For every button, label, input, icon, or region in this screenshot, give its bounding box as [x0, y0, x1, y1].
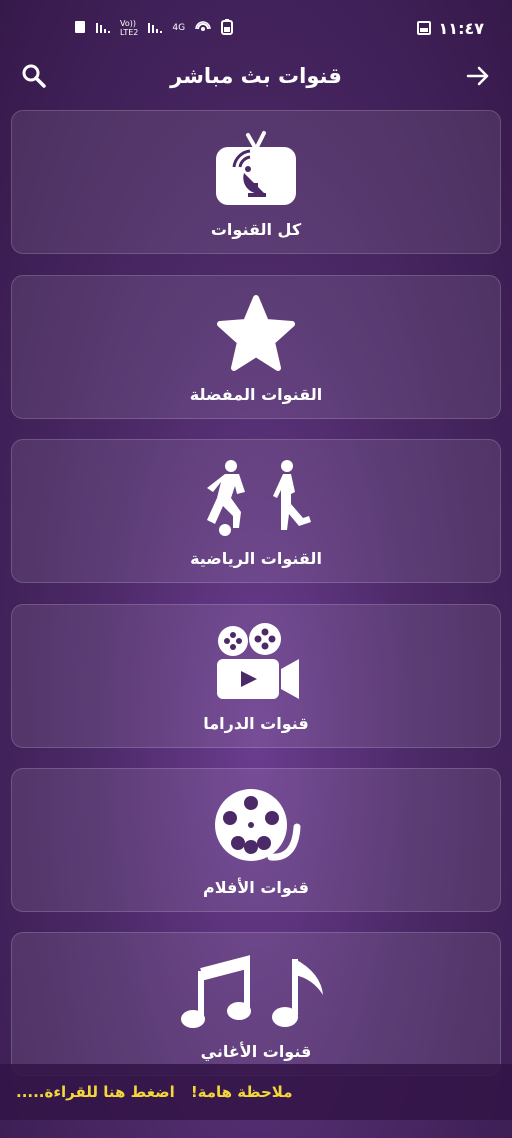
gallery-icon — [416, 21, 431, 35]
hotspot-icon — [195, 19, 211, 38]
search-icon[interactable] — [18, 60, 50, 92]
card-label: القنوات المفضلة — [189, 385, 323, 404]
status-bar: Vo)) LTE2 4G ١١:٤٧ — [0, 0, 512, 56]
card-movies-channels[interactable]: قنوات الأفلام — [11, 768, 501, 912]
notice-important: ملاحظة هامة! — [190, 1083, 293, 1101]
alert-icon — [74, 20, 86, 37]
card-label: كل القنوات — [210, 220, 302, 239]
satellite-tv-icon — [214, 129, 298, 213]
status-time: ١١:٤٧ — [438, 18, 484, 38]
card-label: قنوات الأفلام — [203, 878, 309, 897]
card-drama-channels[interactable]: قنوات الدراما — [11, 604, 501, 748]
star-icon — [214, 294, 298, 378]
card-sports-channels[interactable]: القنوات الرياضية — [11, 439, 501, 583]
card-label: القنوات الرياضية — [190, 549, 322, 568]
status-icons: Vo)) LTE2 4G — [74, 18, 234, 38]
card-all-channels[interactable]: كل القنوات — [11, 110, 501, 254]
card-songs-channels[interactable]: قنوات الأغاني — [11, 932, 501, 1076]
clock: ١١:٤٧ — [416, 18, 484, 38]
signal-icon — [96, 21, 110, 36]
card-label: قنوات الدراما — [203, 714, 309, 733]
back-arrow-icon[interactable] — [462, 60, 494, 92]
app-bar: قنوات بث مباشر — [0, 56, 512, 96]
notice-read-more-link[interactable]: اضغط هنا للقراءة..... — [16, 1083, 175, 1101]
card-label: قنوات الأغاني — [200, 1042, 312, 1061]
notice-bar[interactable]: ملاحظة هامة! اضغط هنا للقراءة..... — [0, 1064, 512, 1120]
movie-camera-icon — [211, 623, 301, 707]
card-favorite-channels[interactable]: القنوات المفضلة — [11, 275, 501, 419]
film-reel-icon — [211, 787, 301, 871]
battery-icon — [221, 18, 234, 38]
sports-icon — [191, 458, 321, 542]
network-label-1: Vo)) LTE2 — [120, 19, 139, 37]
page-title: قنوات بث مباشر — [170, 64, 342, 88]
music-notes-icon — [181, 951, 331, 1035]
network-label-2: 4G — [172, 23, 186, 33]
signal-icon-2 — [148, 21, 163, 36]
